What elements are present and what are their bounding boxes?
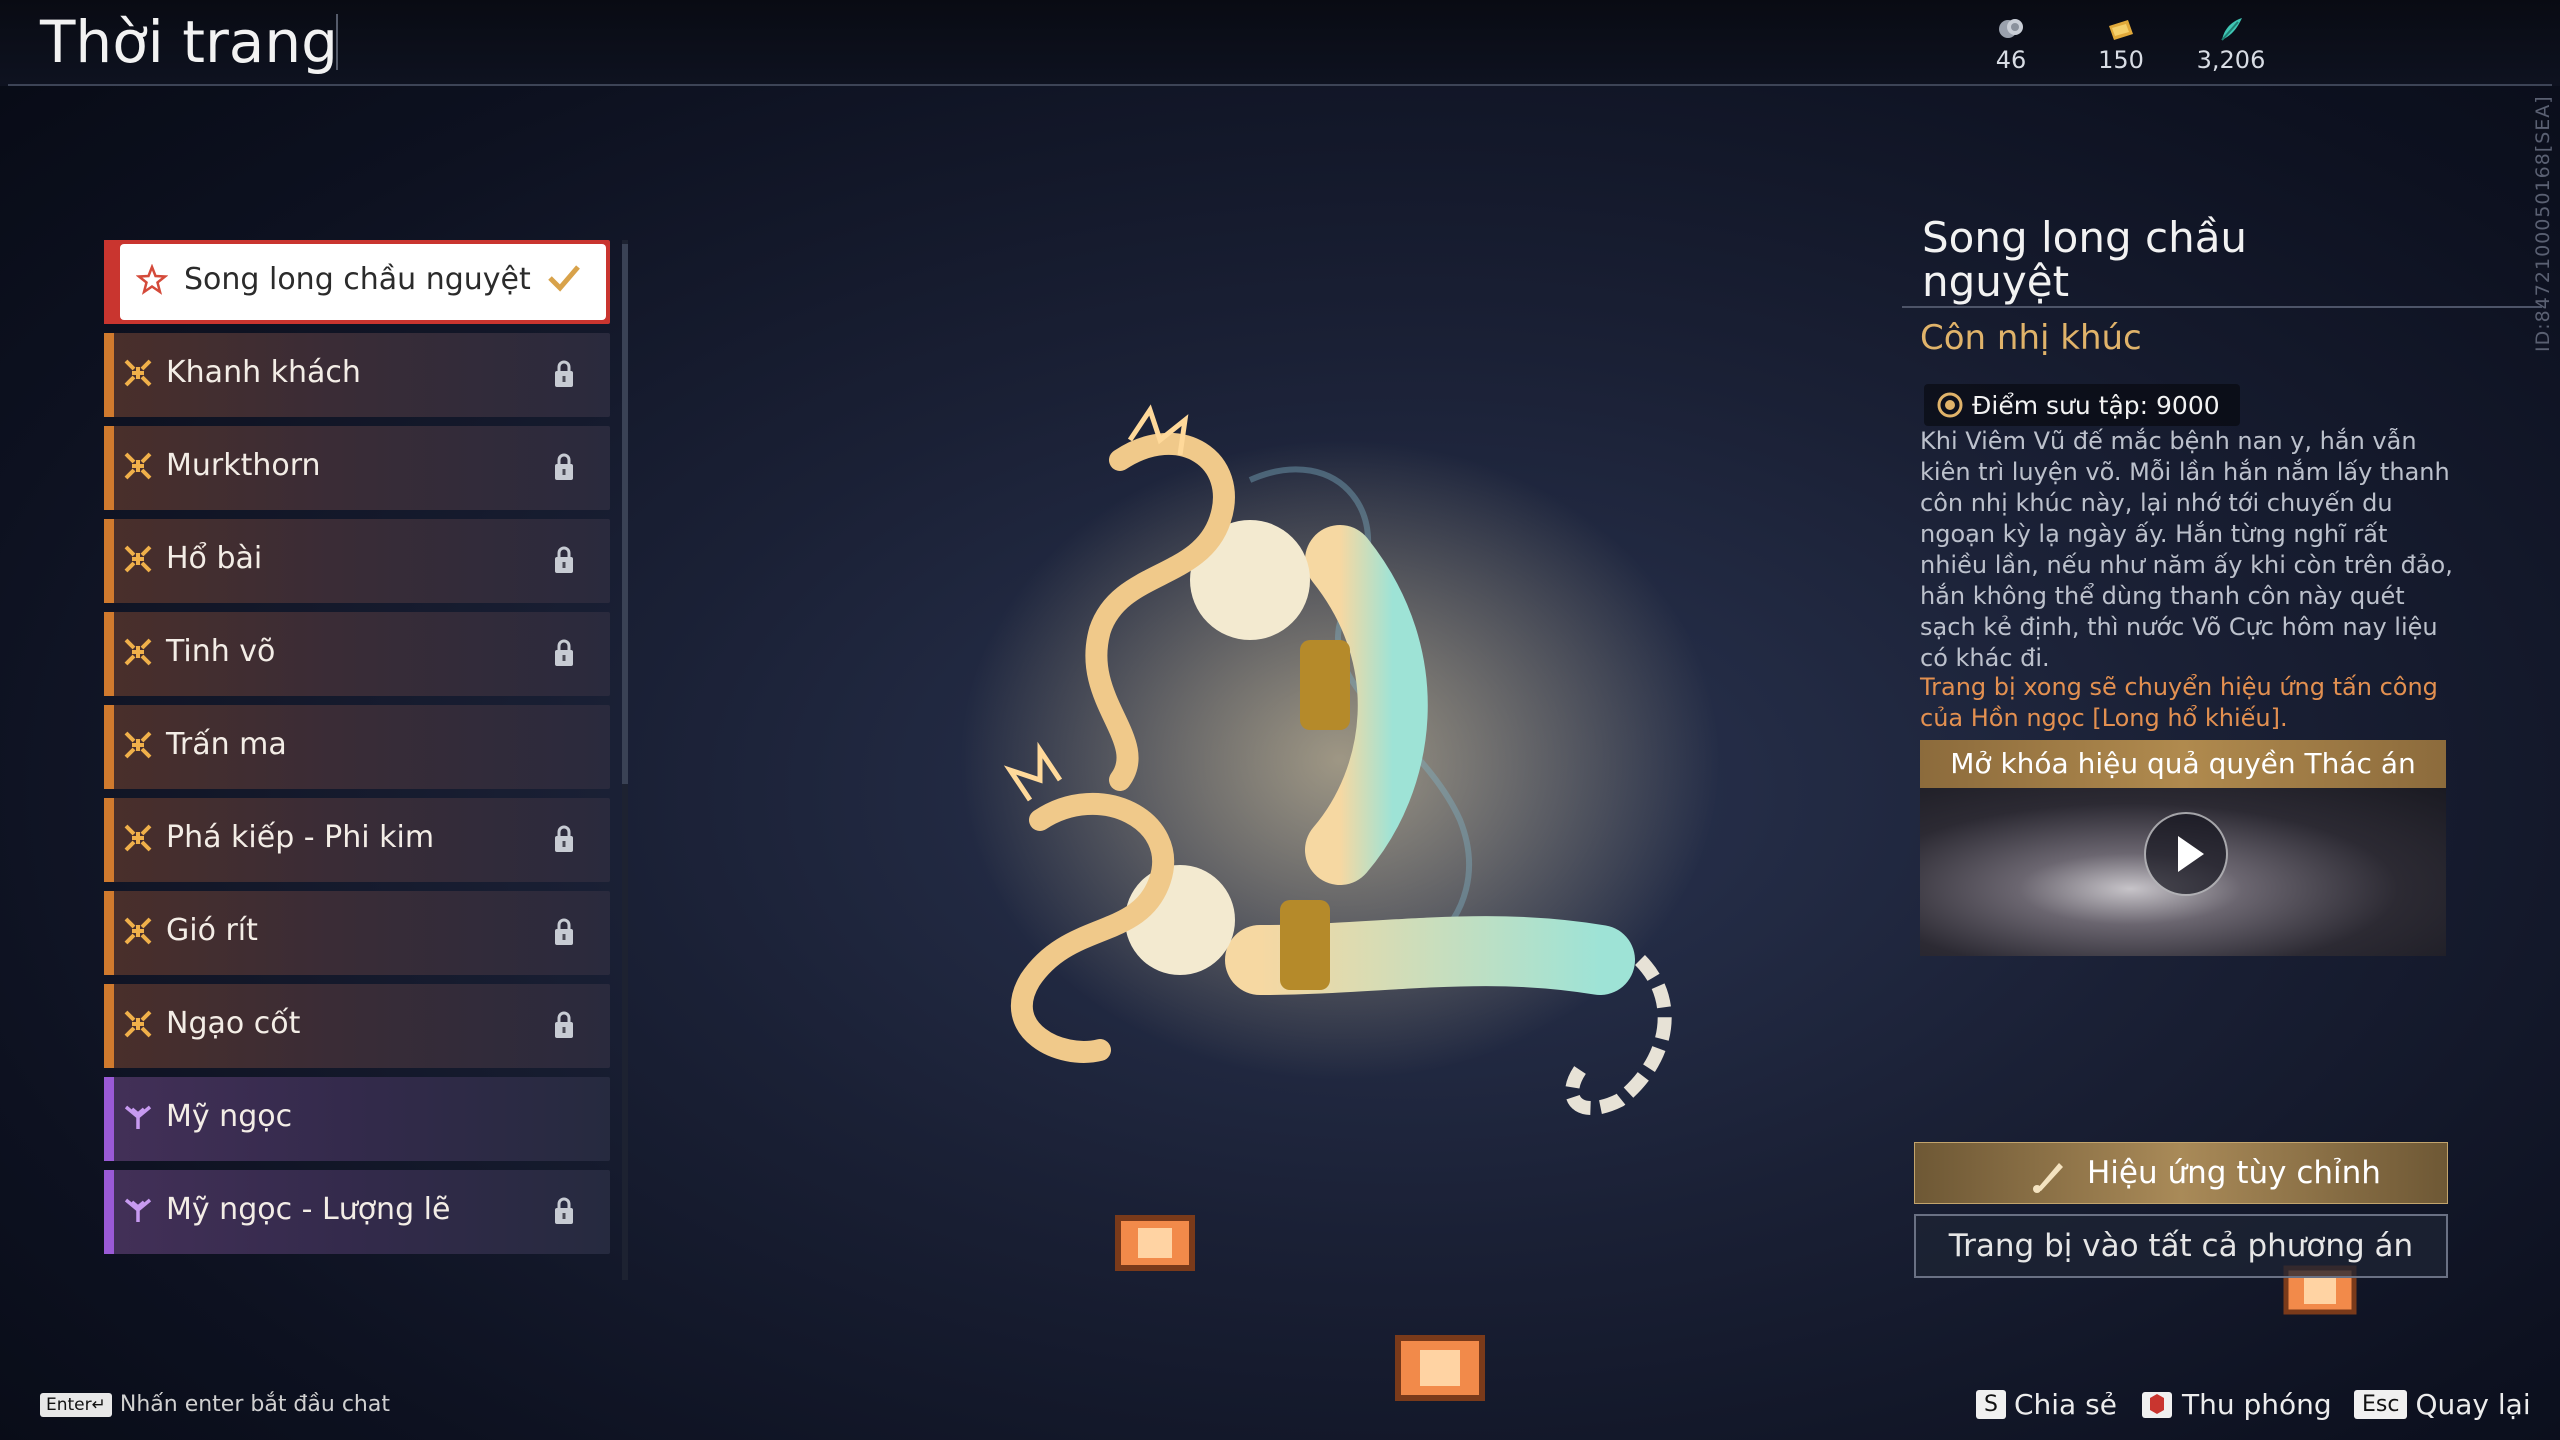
rarity-icon [124, 545, 152, 573]
rarity-icon [124, 1105, 152, 1129]
esc-key: Esc [2354, 1390, 2408, 1419]
rarity-bar [104, 798, 114, 882]
zoom-label: Thu phóng [2182, 1388, 2332, 1421]
list-item[interactable]: Ngạo cốt [104, 984, 610, 1068]
equip-all-button[interactable]: Trang bị vào tất cả phương án [1914, 1214, 2448, 1278]
coin-value: 46 [1995, 46, 2027, 74]
title-separator [336, 14, 338, 70]
item-type: Côn nhị khúc [1920, 318, 2142, 358]
list-item[interactable]: Tinh võ [104, 612, 610, 696]
top-bar [0, 0, 2560, 86]
item-description: Khi Viêm Vũ đế mắc bệnh nan y, hắn vẫn k… [1920, 427, 2453, 672]
rarity-bar [104, 1170, 114, 1254]
collection-points-badge: Điểm sưu tập: 9000 [1924, 384, 2240, 426]
currency-coin[interactable]: 46 [1966, 16, 2056, 74]
coin-icon [1999, 19, 2023, 38]
skin-list: Song long chầu nguyệt Khanh khách Murkth… [104, 240, 624, 1280]
lantern-icon [1395, 1335, 1485, 1401]
lock-icon [555, 1011, 573, 1038]
zoom-icon [2142, 1391, 2172, 1418]
item-label: Hổ bài [166, 541, 263, 576]
list-item[interactable]: Khanh khách [104, 333, 610, 417]
item-label: Khanh khách [166, 355, 361, 390]
rarity-bar [104, 1077, 114, 1161]
back-button[interactable]: Esc Quay lại [2354, 1388, 2531, 1421]
rarity-icon [124, 1010, 152, 1038]
item-label: Mỹ ngọc [166, 1099, 293, 1134]
jade-feather-icon [2221, 18, 2242, 41]
list-item[interactable]: Murkthorn [104, 426, 610, 510]
lantern-icon [1115, 1215, 1195, 1271]
item-label: Trấn ma [166, 727, 287, 762]
list-item[interactable]: Song long chầu nguyệt [104, 240, 610, 324]
item-label: Ngạo cốt [166, 1006, 301, 1041]
item-label: Murkthorn [166, 448, 321, 483]
weapon-preview[interactable] [920, 400, 1860, 1160]
back-label: Quay lại [2415, 1388, 2531, 1421]
lock-icon [555, 453, 573, 480]
rarity-bar [104, 705, 114, 789]
item-label: Tinh võ [166, 634, 276, 669]
rarity-bar [104, 891, 114, 975]
share-button[interactable]: S Chia sẻ [1976, 1388, 2117, 1421]
share-key: S [1976, 1390, 2006, 1419]
server-id: ID:8472100050168[SEA] [2532, 95, 2554, 352]
lock-icon [555, 639, 573, 666]
list-item[interactable]: Gió rít [104, 891, 610, 975]
star-icon [136, 264, 168, 295]
page-title: Thời trang [40, 8, 338, 76]
rarity-icon [124, 452, 152, 480]
list-item[interactable]: Phá kiếp - Phi kim [104, 798, 610, 882]
chat-hint-text: Nhấn enter bắt đầu chat [119, 1392, 390, 1417]
effect-video[interactable]: Mở khóa hiệu quả quyền Thác án [1920, 740, 2446, 956]
lock-icon [555, 1197, 573, 1224]
rarity-bar [104, 426, 114, 510]
list-item[interactable]: Mỹ ngọc [104, 1077, 610, 1161]
gold-ticket-icon [2109, 20, 2133, 40]
rarity-icon [124, 731, 152, 759]
item-label: Phá kiếp - Phi kim [166, 820, 435, 855]
lock-icon [555, 546, 573, 573]
list-item[interactable]: Hổ bài [104, 519, 610, 603]
rarity-bar [104, 612, 114, 696]
chat-hint[interactable]: Enter↵ Nhấn enter bắt đầu chat [40, 1392, 390, 1417]
rarity-icon [124, 917, 152, 945]
brush-icon [2033, 1163, 2063, 1193]
detail-divider [1902, 306, 2542, 308]
collection-icon [1937, 392, 1963, 418]
collection-points: Điểm sưu tập: 9000 [1972, 390, 2220, 420]
zoom-button[interactable]: Thu phóng [2140, 1388, 2332, 1421]
item-label: Mỹ ngọc - Lượng lẽ [166, 1192, 451, 1227]
currency-gold[interactable]: 150 [2076, 16, 2166, 74]
custom-effect-button[interactable]: Hiệu ứng tùy chỉnh [1914, 1142, 2448, 1204]
top-bar-divider [8, 84, 2552, 86]
lock-icon [555, 918, 573, 945]
item-label: Song long chầu nguyệt [184, 262, 531, 297]
currency-jade[interactable]: 3,206 [2186, 16, 2276, 74]
rarity-icon [124, 1198, 152, 1222]
video-title: Mở khóa hiệu quả quyền Thác án [1920, 740, 2446, 788]
custom-effect-label: Hiệu ứng tùy chỉnh [2087, 1155, 2381, 1191]
check-icon [548, 265, 580, 292]
rarity-icon [124, 359, 152, 387]
item-label: Gió rít [166, 913, 258, 948]
jade-value: 3,206 [2196, 46, 2266, 74]
rarity-bar [104, 333, 114, 417]
list-item[interactable]: Trấn ma [104, 705, 610, 789]
lock-icon [555, 360, 573, 387]
item-name: Song long chầu nguyệt [1922, 213, 2248, 306]
list-item[interactable]: Mỹ ngọc - Lượng lẽ [104, 1170, 610, 1254]
lock-icon [555, 825, 573, 852]
gold-value: 150 [2098, 46, 2144, 74]
rarity-icon [124, 824, 152, 852]
equip-note: Trang bị xong sẽ chuyển hiệu ứng tấn côn… [1920, 673, 2438, 732]
play-icon[interactable] [2144, 812, 2228, 896]
enter-key: Enter↵ [40, 1392, 112, 1417]
share-label: Chia sẻ [2013, 1388, 2117, 1421]
rarity-bar [104, 240, 114, 324]
rarity-icon [124, 638, 152, 666]
rarity-bar [104, 984, 114, 1068]
rarity-bar [104, 519, 114, 603]
